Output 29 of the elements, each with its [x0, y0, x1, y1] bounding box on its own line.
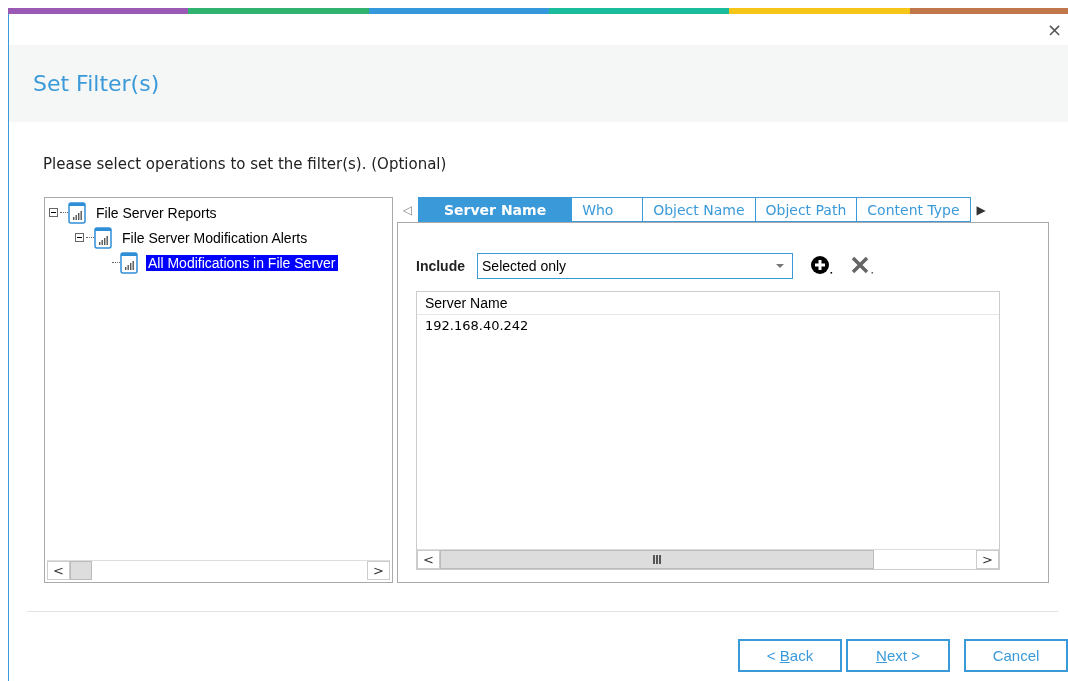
grip-icon	[652, 555, 662, 564]
scroll-left-button[interactable]: <	[47, 561, 70, 580]
tree-item[interactable]: All Modifications in File Server	[146, 254, 338, 271]
scroll-thumb[interactable]	[440, 550, 874, 569]
window-title: Set Filter(s)	[33, 71, 160, 96]
instruction-text: Please select operations to set the filter(s). (Optional)	[43, 155, 448, 173]
report-chart-icon	[120, 251, 138, 274]
report-chart-icon	[94, 226, 112, 249]
horizontal-scrollbar[interactable]: < >	[417, 549, 999, 569]
report-chart-icon	[68, 201, 86, 224]
tree-item[interactable]: File Server Reports	[94, 204, 219, 221]
include-dropdown[interactable]: Selected only	[477, 253, 793, 279]
horizontal-scrollbar[interactable]: < >	[47, 560, 390, 580]
scroll-left-button[interactable]: <	[417, 550, 440, 569]
column-header[interactable]: Server Name	[425, 295, 508, 311]
scroll-thumb[interactable]	[70, 561, 92, 580]
collapse-toggle[interactable]	[49, 208, 60, 217]
table-cell: 192.168.40.242	[425, 318, 529, 333]
remove-icon[interactable]	[851, 256, 875, 276]
tree-item[interactable]: File Server Modification Alerts	[120, 229, 310, 246]
collapse-toggle[interactable]	[75, 233, 86, 242]
scroll-right-button[interactable]: >	[367, 561, 390, 580]
tab-scroll-left[interactable]: ◁	[397, 197, 418, 222]
include-label: Include	[416, 258, 465, 274]
add-icon[interactable]	[811, 256, 833, 276]
dropdown-caret-icon	[776, 263, 784, 269]
close-button[interactable]: ×	[1044, 20, 1064, 39]
tab-scroll-right[interactable]: ▶	[970, 197, 992, 222]
scroll-right-button[interactable]: >	[976, 550, 999, 569]
